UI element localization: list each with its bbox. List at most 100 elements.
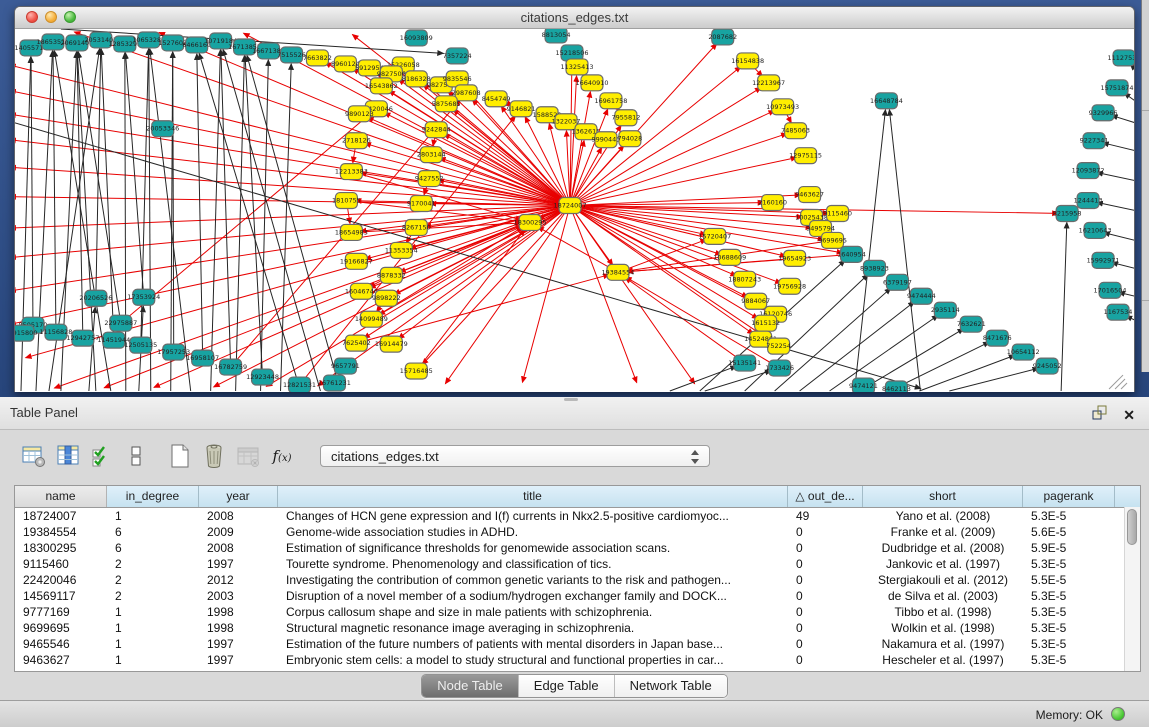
column-header-out_degree[interactable]: △ out_de... [788,486,863,507]
new-table-icon[interactable] [166,442,194,470]
network-node[interactable]: 7485063 [781,123,810,139]
function-builder-icon[interactable]: f(x) [268,442,296,470]
network-node[interactable]: 1640954 [837,246,866,262]
tab-network-table[interactable]: Network Table [615,675,727,697]
network-node[interactable]: 9990443 [592,132,621,148]
zoom-window-button[interactable] [64,11,76,23]
network-node[interactable]: 9474121 [849,378,878,392]
table-row[interactable]: 911546021997Tourette syndrome. Phenomeno… [15,556,1140,572]
close-window-button[interactable] [26,11,38,23]
table-cell-year: 2009 [199,524,278,540]
network-node[interactable]: 9699695 [818,232,847,248]
network-node[interactable]: 8267150 [402,219,431,235]
network-node[interactable]: 7632621 [957,316,986,332]
table-row[interactable]: 946554611997Estimation of the future num… [15,636,1140,652]
table-settings-icon[interactable] [20,442,48,470]
network-node[interactable]: 9427552 [415,171,444,187]
network-node[interactable]: 5875685 [432,96,461,112]
table-cell-title: Tourette syndrome. Phenomenology and cla… [278,556,788,572]
svg-text:9890123: 9890123 [345,110,374,118]
network-node[interactable]: 9170041 [407,196,436,212]
svg-text:9884067: 9884067 [741,297,770,305]
column-header-title[interactable]: title [278,486,788,507]
network-node[interactable]: 1810755 [332,193,361,209]
network-node[interactable]: 9227341 [1080,133,1109,149]
table-row[interactable]: 1938455462009Genome-wide association stu… [15,524,1140,540]
vertical-scrollbar[interactable] [1124,507,1140,672]
svg-text:12505135: 12505135 [124,341,157,349]
split-pane-handle[interactable] [564,398,578,401]
network-node[interactable]: 1733426 [765,360,794,376]
table-cell-out_degree: 0 [788,540,863,556]
table-row[interactable]: 2242004622012Investigating the contribut… [15,572,1140,588]
svg-text:9115460: 9115460 [823,209,852,217]
table-row[interactable]: 1456911722003Disruption of a novel membe… [15,588,1140,604]
network-node[interactable]: 2160160 [758,195,787,211]
svg-text:8267150: 8267150 [402,223,431,231]
network-node[interactable]: 1615132 [751,315,780,331]
network-node[interactable]: 794028 [618,131,643,147]
scrollbar-thumb[interactable] [1127,509,1137,545]
column-header-pagerank[interactable]: pagerank [1023,486,1115,507]
svg-text:9245052: 9245052 [1033,362,1062,370]
table-row[interactable]: 969969511998Structural magnetic resonanc… [15,620,1140,636]
network-node[interactable]: 6379197 [883,274,912,290]
network-node[interactable]: 8471676 [983,330,1012,346]
row-height-icon[interactable] [122,442,150,470]
network-node[interactable]: 9245052 [1033,358,1062,374]
network-node[interactable]: 8878332 [377,267,406,283]
network-node[interactable]: 9115460 [823,206,852,222]
window-titlebar[interactable]: citations_edges.txt [15,7,1134,29]
network-node[interactable]: 9463627 [795,187,824,203]
column-header-name[interactable]: name [15,486,107,507]
network-node[interactable]: 9915800 [15,325,37,341]
table-row[interactable]: 1872400712008Changes of HCN gene express… [15,508,1140,524]
network-node[interactable]: 9242844 [422,122,451,138]
delete-table-icon[interactable] [200,442,228,470]
table-row[interactable]: 1830029562008Estimation of significance … [15,540,1140,556]
network-node[interactable]: 2803144 [417,147,446,163]
show-columns-icon[interactable] [54,442,82,470]
close-icon[interactable]: ✕ [1123,408,1135,422]
network-node[interactable]: 9474444 [907,288,936,304]
network-window[interactable]: citations_edges.txt 14055714186535142069… [14,6,1135,392]
network-node[interactable]: 9890123 [345,106,374,122]
column-header-short[interactable]: short [863,486,1023,507]
table-cell-year: 2008 [199,508,278,524]
network-node[interactable]: 8215958 [1053,206,1082,222]
network-node[interactable]: 9884067 [741,293,770,309]
network-node[interactable]: 9146821 [507,101,536,117]
table-cell-title: Structural magnetic resonance image aver… [278,620,788,636]
network-node[interactable]: 7663822 [303,50,332,66]
network-node[interactable]: 1244413 [1074,193,1103,209]
network-node[interactable]: 9898222 [372,290,401,306]
network-node[interactable]: 8462113 [882,381,911,392]
select-columns-icon[interactable] [88,442,116,470]
tab-edge-table[interactable]: Edge Table [519,675,615,697]
network-node[interactable]: 752254 [766,338,791,354]
minimize-window-button[interactable] [45,11,57,23]
network-node[interactable]: 7955812 [611,110,640,126]
network-node[interactable]: 1167534 [1104,304,1133,320]
network-node[interactable]: 8938923 [860,260,889,276]
network-node[interactable]: 9657791 [331,358,360,374]
network-node[interactable]: 2087682 [708,29,737,45]
table-row[interactable]: 946362711997Embryonic stem cells: a mode… [15,652,1140,668]
float-window-icon[interactable] [1092,405,1107,425]
network-node[interactable]: 7625402 [342,335,371,351]
table-selector-value: citations_edges.txt [331,449,439,464]
network-node[interactable]: 7515526 [277,47,306,63]
table-row[interactable]: 977716911998Corpus callosum shape and si… [15,604,1140,620]
column-header-in_degree[interactable]: in_degree [107,486,199,507]
table-selector-dropdown[interactable]: citations_edges.txt [320,445,710,467]
secondary-window-edge[interactable] [1141,0,1149,372]
network-node[interactable]: 7357224 [443,48,472,64]
network-node[interactable]: 8813054 [542,29,571,43]
network-node[interactable]: 2935114 [931,302,960,318]
table-cell-name: 22420046 [15,572,107,588]
tab-node-table[interactable]: Node Table [422,675,519,697]
network-canvas[interactable]: 1405571418653514206914062053140712853295… [15,29,1134,392]
column-header-year[interactable]: year [199,486,278,507]
network-node[interactable]: 9329966 [1089,105,1118,121]
network-node[interactable]: 2718126 [342,133,371,149]
